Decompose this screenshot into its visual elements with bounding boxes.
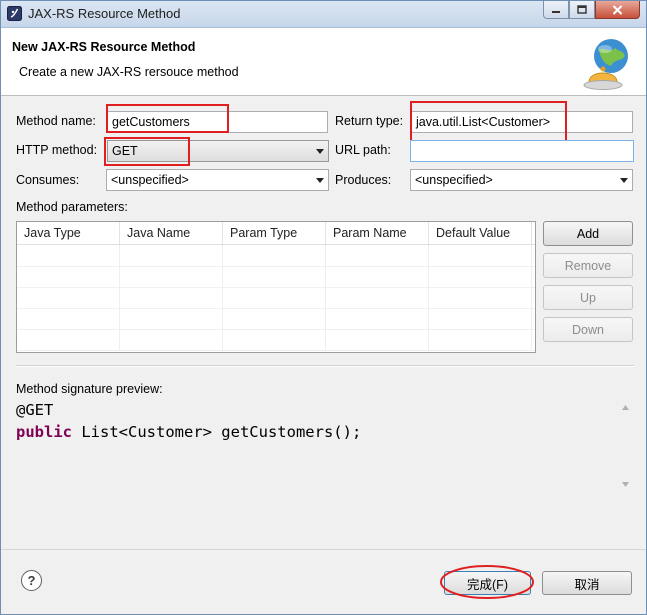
return-type-label: Return type: bbox=[335, 114, 404, 128]
dialog-window: JAX-RS Resource Method New JAX-RS Resour… bbox=[0, 0, 647, 615]
section-divider bbox=[16, 365, 634, 367]
consumes-value: <unspecified> bbox=[111, 173, 189, 187]
wizard-header: New JAX-RS Resource Method Create a new … bbox=[1, 28, 646, 96]
http-method-select[interactable]: GET bbox=[107, 140, 329, 162]
cancel-button[interactable]: 取消 bbox=[542, 571, 632, 595]
http-method-label: HTTP method: bbox=[16, 143, 98, 157]
table-row[interactable] bbox=[17, 266, 535, 288]
produces-select[interactable]: <unspecified> bbox=[410, 169, 633, 191]
scroll-up-icon bbox=[622, 405, 629, 410]
down-button[interactable]: Down bbox=[543, 317, 633, 342]
column-header-param-type[interactable]: Param Type bbox=[223, 222, 326, 244]
table-row[interactable] bbox=[17, 287, 535, 309]
method-parameters-label: Method parameters: bbox=[16, 200, 128, 214]
url-path-input[interactable] bbox=[410, 140, 634, 162]
consumes-label: Consumes: bbox=[16, 173, 80, 187]
title-bar[interactable]: JAX-RS Resource Method bbox=[1, 1, 646, 28]
http-method-value: GET bbox=[112, 144, 138, 158]
close-button[interactable] bbox=[595, 1, 640, 19]
preview-scrollbar[interactable] bbox=[618, 400, 633, 492]
chevron-down-icon bbox=[316, 149, 324, 154]
footer-divider bbox=[1, 549, 646, 550]
url-path-label: URL path: bbox=[335, 143, 391, 157]
table-row[interactable] bbox=[17, 245, 535, 267]
preview-annotation: @GET bbox=[16, 401, 54, 419]
preview-keyword: public bbox=[16, 423, 72, 441]
consumes-select[interactable]: <unspecified> bbox=[106, 169, 329, 191]
column-header-param-name[interactable]: Param Name bbox=[326, 222, 429, 244]
method-name-label: Method name: bbox=[16, 114, 96, 128]
up-button[interactable]: Up bbox=[543, 285, 633, 310]
chevron-down-icon bbox=[620, 178, 628, 183]
preview-signature: List<Customer> getCustomers(); bbox=[72, 423, 362, 441]
produces-label: Produces: bbox=[335, 173, 392, 187]
minimize-icon bbox=[552, 10, 560, 13]
parameters-table[interactable]: Java Type Java Name Param Type Param Nam… bbox=[16, 221, 536, 353]
finish-highlight bbox=[440, 565, 534, 599]
signature-preview: @GET public List<Customer> getCustomers(… bbox=[16, 399, 633, 491]
chevron-down-icon bbox=[316, 178, 324, 183]
method-name-input[interactable]: getCustomers bbox=[107, 111, 328, 133]
help-icon[interactable]: ? bbox=[21, 570, 42, 591]
preview-signature-line: public List<Customer> getCustomers(); bbox=[16, 421, 633, 443]
table-row[interactable] bbox=[17, 329, 535, 351]
column-header-default-value[interactable]: Default Value bbox=[429, 222, 532, 244]
minimize-button[interactable] bbox=[543, 1, 569, 19]
remove-button[interactable]: Remove bbox=[543, 253, 633, 278]
window-title: JAX-RS Resource Method bbox=[28, 6, 181, 21]
table-header: Java Type Java Name Param Type Param Nam… bbox=[17, 222, 535, 245]
close-icon bbox=[612, 4, 623, 15]
scroll-down-icon bbox=[622, 482, 629, 487]
return-type-input[interactable]: java.util.List<Customer> bbox=[411, 111, 633, 133]
table-row[interactable] bbox=[17, 308, 535, 330]
signature-preview-label: Method signature preview: bbox=[16, 382, 163, 396]
produces-value: <unspecified> bbox=[415, 173, 493, 187]
wizard-description: Create a new JAX-RS rersouce method bbox=[19, 65, 239, 79]
column-header-java-type[interactable]: Java Type bbox=[17, 222, 120, 244]
column-header-java-name[interactable]: Java Name bbox=[120, 222, 223, 244]
wizard-title: New JAX-RS Resource Method bbox=[12, 40, 196, 54]
maximize-icon bbox=[577, 5, 587, 14]
maximize-button[interactable] bbox=[569, 1, 595, 19]
globe-service-bell-icon bbox=[583, 39, 628, 90]
add-button[interactable]: Add bbox=[543, 221, 633, 246]
eclipse-icon bbox=[7, 6, 22, 21]
